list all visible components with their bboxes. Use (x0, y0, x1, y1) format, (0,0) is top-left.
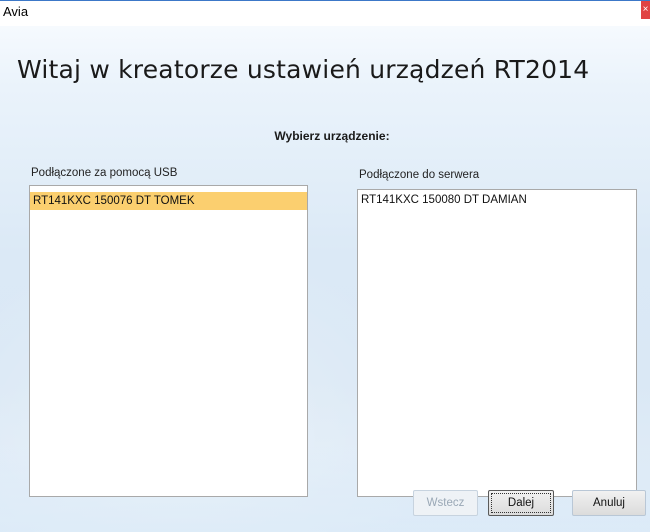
server-list-label: Podłączone do serwera (359, 169, 480, 181)
next-button[interactable]: Dalej (488, 490, 554, 516)
choose-device-text: Wybierz urządzenie: (274, 129, 390, 143)
usb-device-list[interactable]: RT141KXC 150076 DT TOMEK (29, 185, 308, 497)
wizard-title: Witaj w kreatorze ustawień urządzeń RT20… (17, 55, 590, 84)
server-device-list[interactable]: RT141KXC 150080 DT DAMIAN (357, 189, 637, 497)
close-button[interactable]: × (641, 1, 650, 19)
cancel-button[interactable]: Anuluj (572, 490, 646, 516)
usb-list-label: Podłączone za pomocą USB (31, 167, 178, 179)
title-bar: Avia × (0, 0, 650, 26)
wizard-body: Witaj w kreatorze ustawień urządzeń RT20… (0, 26, 650, 532)
server-device-item[interactable]: RT141KXC 150080 DT DAMIAN (358, 191, 636, 209)
back-button[interactable]: Wstecz (413, 490, 478, 516)
close-icon: × (642, 4, 649, 15)
usb-device-item[interactable]: RT141KXC 150076 DT TOMEK (30, 192, 307, 210)
window-title: Avia (3, 4, 29, 19)
choose-device-label: Wybierz urządzenie: (0, 129, 650, 143)
